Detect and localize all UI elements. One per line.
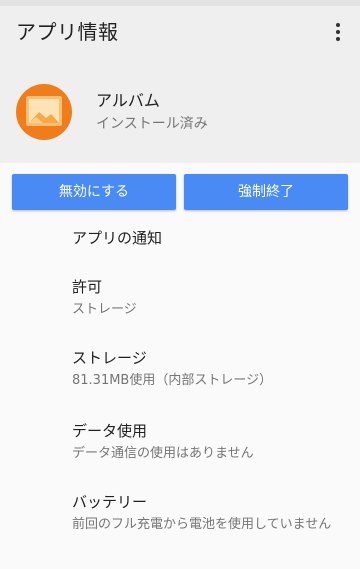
settings-item-summary: データ通信の使用はありません bbox=[72, 446, 254, 461]
settings-item-title: バッテリー bbox=[72, 493, 148, 511]
settings-item-title: ストレージ bbox=[72, 349, 147, 367]
settings-item-summary: 81.31MB使用（内部ストレージ） bbox=[72, 373, 273, 388]
more-vert-icon[interactable] bbox=[324, 18, 352, 46]
app-header: アプリ情報 アルバム インストール済み bbox=[0, 0, 360, 163]
photo-album-glyph bbox=[26, 96, 62, 126]
photo-album-icon bbox=[16, 84, 72, 140]
settings-item-battery[interactable]: バッテリー 前回のフル充電から電池を使用していません bbox=[72, 491, 352, 534]
more-dot-2 bbox=[336, 30, 340, 34]
app-install-status: インストール済み bbox=[96, 116, 208, 132]
disable-button[interactable]: 無効にする bbox=[12, 174, 176, 210]
settings-item-title: 許可 bbox=[72, 278, 103, 296]
more-dot-3 bbox=[336, 37, 340, 41]
app-info-screen: アプリ情報 アルバム インストール済み 無効にする 強制終了 アプリの通知 許可… bbox=[0, 0, 360, 569]
settings-item-title: データ使用 bbox=[72, 422, 148, 440]
app-name: アルバム bbox=[96, 91, 160, 110]
force-stop-button[interactable]: 強制終了 bbox=[184, 174, 348, 210]
status-bar bbox=[0, 0, 360, 6]
settings-item-notifications[interactable]: アプリの通知 bbox=[72, 227, 352, 249]
settings-item-summary: 前回のフル充電から電池を使用していません bbox=[72, 517, 332, 532]
settings-item-title: アプリの通知 bbox=[72, 229, 163, 247]
page-title: アプリ情報 bbox=[16, 20, 119, 44]
settings-item-storage[interactable]: ストレージ 81.31MB使用（内部ストレージ） bbox=[72, 347, 352, 390]
settings-item-data-usage[interactable]: データ使用 データ通信の使用はありません bbox=[72, 420, 352, 463]
settings-item-summary: ストレージ bbox=[72, 302, 137, 317]
settings-item-permissions[interactable]: 許可 ストレージ bbox=[72, 276, 352, 319]
more-dot-1 bbox=[336, 23, 340, 27]
